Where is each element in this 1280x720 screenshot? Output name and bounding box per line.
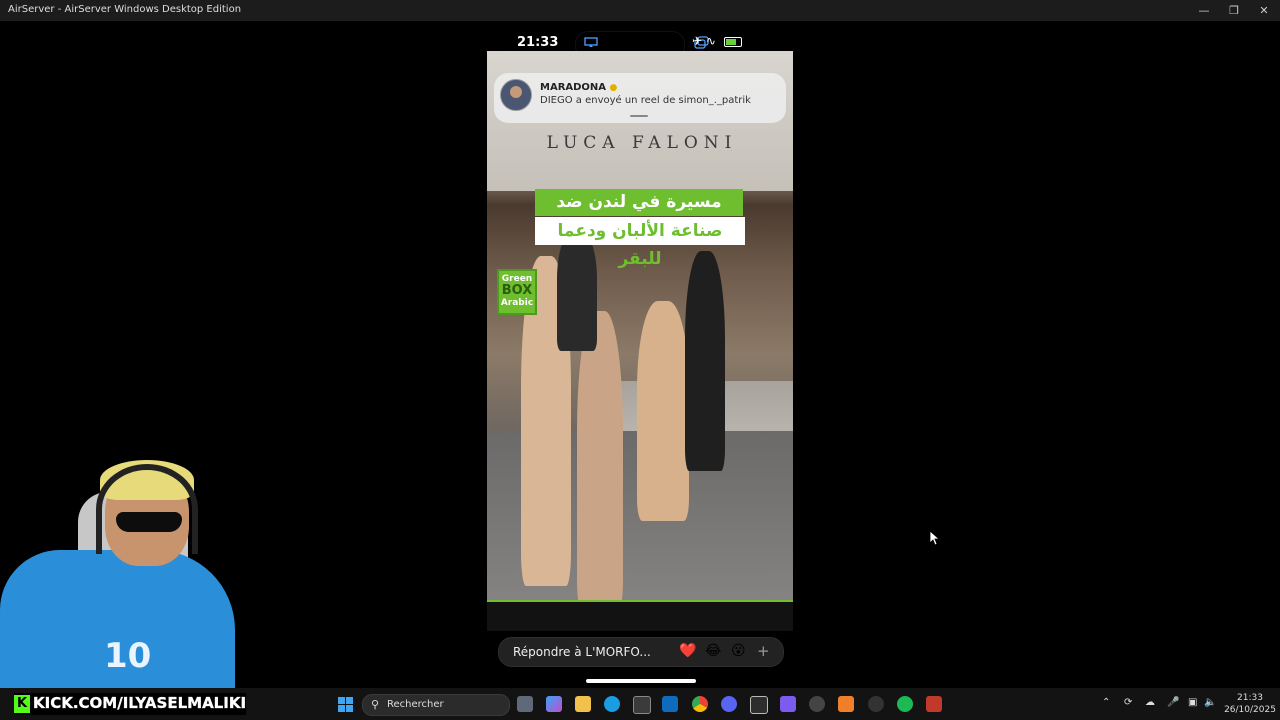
kick-url: KICK.COM/ILYASELMALIKI	[33, 694, 247, 712]
spotify-icon[interactable]	[897, 696, 913, 712]
microphone-icon[interactable]: 🎤	[1167, 697, 1179, 708]
clock-time: 21:33	[1237, 693, 1263, 703]
mirrored-phone-screen: 21:33 ✈ ∿ LUCA FALONI مسيرة في لندن ضد ص…	[487, 21, 793, 631]
logo-line2: BOX	[501, 283, 533, 298]
restore-button[interactable]: ❐	[1218, 0, 1250, 21]
airserver-icon[interactable]	[750, 696, 768, 714]
obs-icon[interactable]	[868, 696, 884, 712]
marcher-figure	[557, 231, 597, 351]
mouse-cursor-icon	[929, 530, 941, 546]
outlook-icon[interactable]	[662, 696, 678, 712]
kick-logo-icon: K	[14, 695, 30, 713]
shop-sign: LUCA FALONI	[546, 133, 738, 153]
kick-channel-overlay: K KICK.COM/ILYASELMALIKI	[14, 693, 246, 715]
headset	[96, 464, 198, 554]
avatar	[500, 79, 532, 111]
close-icon: ✕	[1259, 4, 1269, 17]
window-title: AirServer - AirServer Windows Desktop Ed…	[8, 4, 242, 15]
status-time: 21:33	[517, 35, 559, 50]
sunglasses	[116, 512, 182, 532]
notification-message: DIEGO a envoyé un reel de simon_._patrik	[540, 95, 751, 106]
marcher-figure	[685, 251, 725, 471]
banner-title-line1: مسيرة في لندن ضد	[535, 189, 743, 216]
screen-mirroring-icon	[584, 37, 598, 47]
banner-title-line2: صناعة الألبان ودعما للبقر	[535, 217, 745, 269]
logo-line3: Arabic	[500, 298, 534, 308]
home-indicator[interactable]	[586, 679, 696, 683]
copilot-icon[interactable]	[546, 696, 562, 712]
laugh-reaction-icon[interactable]: 😂	[705, 643, 721, 659]
game-controller-icon[interactable]	[780, 696, 796, 712]
file-explorer-icon[interactable]	[575, 696, 591, 712]
reply-placeholder: Répondre à L'MORFO...	[513, 645, 651, 659]
taskbar-clock[interactable]: 21:33 26/10/2025	[1224, 692, 1276, 716]
reply-input[interactable]: Répondre à L'MORFO... ❤️ 😂 😮 +	[498, 637, 784, 667]
airplane-icon: ✈	[692, 34, 703, 48]
app-badge-icon[interactable]	[926, 696, 942, 712]
green-box-logo: Green BOX Arabic	[497, 269, 537, 315]
windows-start-icon[interactable]	[338, 697, 353, 712]
restore-icon: ❐	[1229, 4, 1239, 17]
reply-area	[487, 602, 793, 631]
search-icon: ⚲	[371, 698, 380, 711]
close-button[interactable]: ✕	[1248, 0, 1280, 21]
app-icon[interactable]	[809, 696, 825, 712]
clock-date: 26/10/2025	[1224, 705, 1276, 715]
message-notification[interactable]: MARADONA ● DIEGO a envoyé un reel de sim…	[494, 73, 786, 123]
taskbar-search[interactable]: ⚲ Rechercher	[362, 694, 510, 716]
reel-video[interactable]: LUCA FALONI مسيرة في لندن ضد صناعة الألب…	[487, 51, 793, 611]
discord-icon[interactable]	[721, 696, 737, 712]
surprised-reaction-icon[interactable]: 😮	[731, 643, 746, 659]
battery-icon	[723, 36, 742, 47]
chevron-up-icon[interactable]: ⌃	[1102, 697, 1110, 708]
task-view-icon[interactable]	[517, 696, 533, 712]
phone-status-bar: 21:33 ✈ ∿	[487, 21, 793, 59]
display-icon[interactable]: ▣	[1188, 697, 1197, 708]
heart-reaction-icon[interactable]: ❤️	[679, 643, 696, 659]
volume-icon[interactable]: 🔈	[1204, 697, 1216, 708]
marcher-figure	[637, 301, 689, 521]
notification-grabber[interactable]	[630, 115, 648, 117]
marcher-figure	[577, 311, 623, 611]
vlc-icon[interactable]	[838, 696, 854, 712]
shirt-number: 10	[104, 636, 152, 676]
search-label: Rechercher	[387, 699, 444, 710]
minimize-button[interactable]: —	[1188, 0, 1220, 21]
store-icon[interactable]	[633, 696, 651, 714]
status-icons: ✈ ∿	[692, 34, 742, 48]
sync-icon[interactable]: ⟳	[1124, 697, 1132, 708]
minimize-icon: —	[1198, 4, 1210, 17]
edge-icon[interactable]	[604, 696, 620, 712]
webcam-overlay: 10	[0, 450, 240, 688]
add-reaction-icon[interactable]: +	[757, 642, 770, 660]
emoji-icon: ●	[609, 83, 618, 93]
notification-sender: MARADONA ●	[540, 82, 618, 93]
window-titlebar: AirServer - AirServer Windows Desktop Ed…	[0, 0, 1280, 21]
chrome-icon[interactable]	[692, 696, 708, 712]
wifi-icon: ∿	[705, 34, 716, 48]
cloud-icon[interactable]: ☁	[1145, 697, 1155, 708]
